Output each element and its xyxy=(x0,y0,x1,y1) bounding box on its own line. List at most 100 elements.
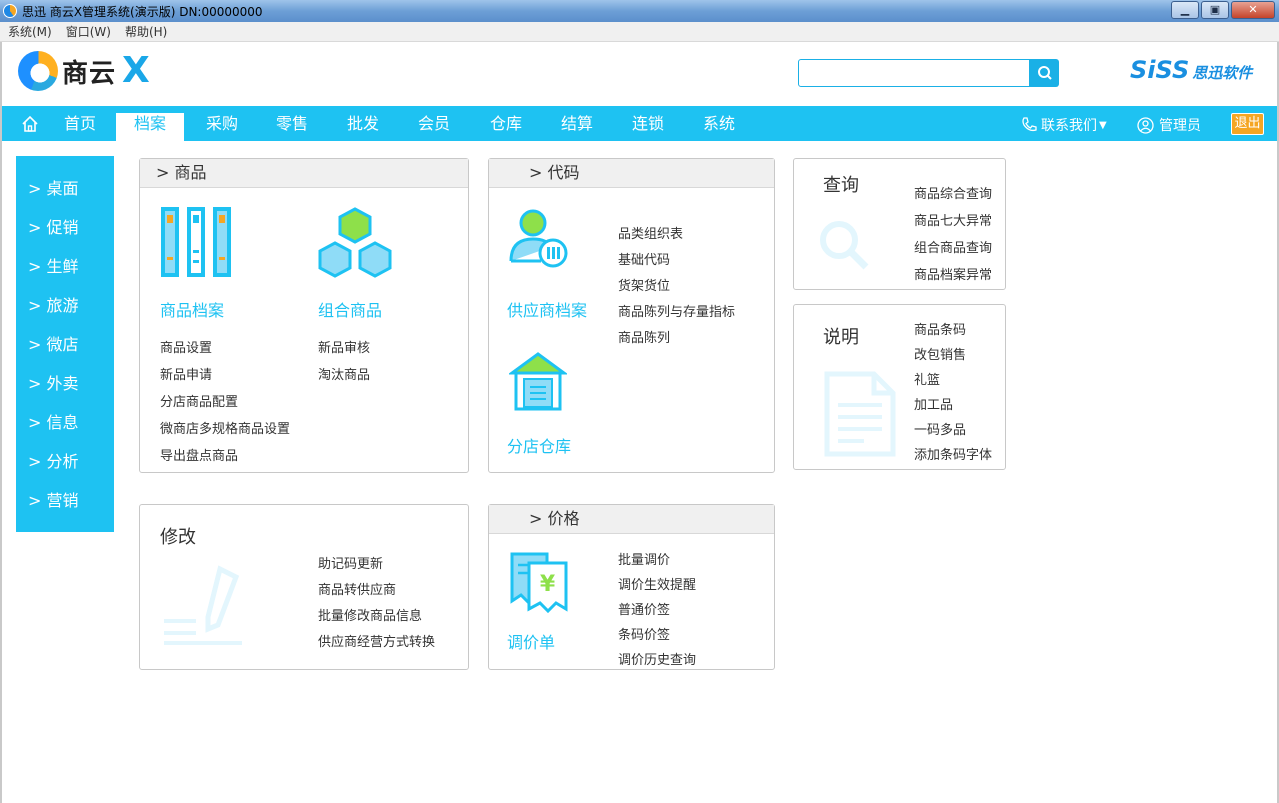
goods-archive-link[interactable]: 商品档案 xyxy=(160,297,224,321)
home-icon[interactable] xyxy=(20,114,40,134)
link-export-inventory[interactable]: 导出盘点商品 xyxy=(160,445,238,464)
query-magnifier-icon xyxy=(820,221,869,270)
brand-logo: 商云 X xyxy=(18,51,150,91)
search-icon xyxy=(1037,66,1052,80)
link-combo-goods-query[interactable]: 组合商品查询 xyxy=(914,237,992,256)
app-logo-icon xyxy=(3,4,17,18)
sidebar-item-travel[interactable]: > 旅游 xyxy=(16,288,114,327)
nav-archive[interactable]: 档案 xyxy=(116,113,184,141)
window-titlebar: 思迅 商云X管理系统(演示版) DN:00000000 ▁ ▣ ✕ xyxy=(0,0,1279,22)
link-goods-archive-anomaly[interactable]: 商品档案异常 xyxy=(914,264,992,283)
link-new-goods-apply[interactable]: 新品申请 xyxy=(160,364,212,383)
link-gift-basket[interactable]: 礼篮 xyxy=(914,369,940,388)
window-controls: ▁ ▣ ✕ xyxy=(1169,1,1275,19)
panel-code: > 代码 供应商档案 分店仓库 品类组织表 基础代码 货架货位 商品陈列与存量指… xyxy=(488,158,775,473)
supplier-archive-link[interactable]: 供应商档案 xyxy=(507,297,587,321)
sidebar-item-desktop[interactable]: > 桌面 xyxy=(16,171,114,210)
nav-warehouse[interactable]: 仓库 xyxy=(472,106,540,141)
panel-modify: 修改 助记码更新 商品转供应商 批量修改商品信息 供应商经营方式转换 xyxy=(139,504,469,670)
link-display-stock-index[interactable]: 商品陈列与存量指标 xyxy=(618,301,735,320)
chevron-down-icon: ▼ xyxy=(1099,119,1107,131)
nav-wholesale[interactable]: 批发 xyxy=(329,106,397,141)
panel-query-title: 查询 xyxy=(823,175,859,196)
link-goods-to-supplier[interactable]: 商品转供应商 xyxy=(318,579,396,598)
left-frame xyxy=(0,106,2,803)
link-processed-goods[interactable]: 加工品 xyxy=(914,394,953,413)
link-goods-seven-anomalies[interactable]: 商品七大异常 xyxy=(914,210,992,229)
panel-code-header: > 代码 xyxy=(489,159,774,188)
menu-help[interactable]: 帮助(H) xyxy=(125,23,167,40)
link-price-effect-reminder[interactable]: 调价生效提醒 xyxy=(618,574,696,593)
link-supplier-mode-convert[interactable]: 供应商经营方式转换 xyxy=(318,631,435,650)
link-goods-settings[interactable]: 商品设置 xyxy=(160,337,212,356)
link-repack-sale[interactable]: 改包销售 xyxy=(914,344,966,363)
panel-price: > 价格 ¥ 调价单 批量调价 调价生效提醒 普通价签 条码价签 调价历史查询 xyxy=(488,504,775,670)
user-icon xyxy=(1137,116,1154,134)
nav-member[interactable]: 会员 xyxy=(400,106,468,141)
link-eliminated-goods[interactable]: 淘汰商品 xyxy=(318,364,370,383)
link-goods-comprehensive-query[interactable]: 商品综合查询 xyxy=(914,183,992,202)
document-icon xyxy=(824,371,896,457)
user-name: 管理员 xyxy=(1159,118,1201,134)
supplier-archive-icon[interactable] xyxy=(507,207,569,269)
minimize-button[interactable]: ▁ xyxy=(1171,1,1199,19)
panel-modify-title: 修改 xyxy=(160,527,196,548)
menu-system[interactable]: 系统(M) xyxy=(8,23,52,40)
search-button[interactable] xyxy=(1030,59,1059,87)
nav-system[interactable]: 系统 xyxy=(685,106,753,141)
link-price-history-query[interactable]: 调价历史查询 xyxy=(618,649,696,668)
panel-query: 查询 商品综合查询 商品七大异常 组合商品查询 商品档案异常 xyxy=(793,158,1006,290)
link-category-org[interactable]: 品类组织表 xyxy=(618,223,683,242)
sidebar-item-marketing[interactable]: > 营销 xyxy=(16,483,114,522)
search-box xyxy=(798,59,1059,87)
sidebar-item-takeout[interactable]: > 外卖 xyxy=(16,366,114,405)
panel-goods-header: > 商品 xyxy=(140,159,468,188)
link-batch-price-adjust[interactable]: 批量调价 xyxy=(618,549,670,568)
branch-warehouse-link[interactable]: 分店仓库 xyxy=(507,433,571,457)
panel-note-title: 说明 xyxy=(823,327,859,348)
window-title: 思迅 商云X管理系统(演示版) DN:00000000 xyxy=(22,4,263,19)
link-goods-display[interactable]: 商品陈列 xyxy=(618,327,670,346)
nav-chain[interactable]: 连锁 xyxy=(614,106,682,141)
link-new-goods-review[interactable]: 新品审核 xyxy=(318,337,370,356)
link-one-code-multi[interactable]: 一码多品 xyxy=(914,419,966,438)
nav-purchase[interactable]: 采购 xyxy=(188,106,256,141)
close-button[interactable]: ✕ xyxy=(1231,1,1275,19)
link-add-barcode-font[interactable]: 添加条码字体 xyxy=(914,444,992,463)
nav-settlement[interactable]: 结算 xyxy=(543,106,611,141)
link-shelf-location[interactable]: 货架货位 xyxy=(618,275,670,294)
link-microstore-multispec[interactable]: 微商店多规格商品设置 xyxy=(160,418,290,437)
nav-home[interactable]: 首页 xyxy=(46,106,114,141)
sidebar-item-info[interactable]: > 信息 xyxy=(16,405,114,444)
price-adjust-link[interactable]: 调价单 xyxy=(507,629,555,653)
app-header: 商云 X SiSS 思迅软件 xyxy=(0,42,1279,106)
nav-retail[interactable]: 零售 xyxy=(258,106,326,141)
sidebar-item-analysis[interactable]: > 分析 xyxy=(16,444,114,483)
link-branch-goods-config[interactable]: 分店商品配置 xyxy=(160,391,238,410)
link-mnemonic-update[interactable]: 助记码更新 xyxy=(318,553,383,572)
vendor-logo-b: 思迅软件 xyxy=(1192,64,1253,82)
link-normal-price-tag[interactable]: 普通价签 xyxy=(618,599,670,618)
sidebar-item-fresh[interactable]: > 生鲜 xyxy=(16,249,114,288)
panel-note: 说明 商品条码 改包销售 礼篮 加工品 一码多品 添加条码字体 xyxy=(793,304,1006,470)
user-menu[interactable]: 管理员 xyxy=(1137,115,1201,135)
logout-button[interactable]: 退出 xyxy=(1231,113,1264,135)
goods-archive-icon[interactable] xyxy=(160,205,234,279)
contact-us[interactable]: 联系我们 ▼ xyxy=(1020,115,1107,135)
price-adjust-icon[interactable]: ¥ xyxy=(509,551,569,613)
link-basic-code[interactable]: 基础代码 xyxy=(618,249,670,268)
maximize-button[interactable]: ▣ xyxy=(1201,1,1229,19)
vendor-logo: SiSS 思迅软件 xyxy=(1130,56,1252,84)
link-goods-barcode[interactable]: 商品条码 xyxy=(914,319,966,338)
main-nav: 首页 档案 采购 零售 批发 会员 仓库 结算 连锁 系统 联系我们 ▼ 管理员… xyxy=(0,106,1279,141)
menu-window[interactable]: 窗口(W) xyxy=(66,23,111,40)
sidebar-item-microstore[interactable]: > 微店 xyxy=(16,327,114,366)
search-input[interactable] xyxy=(798,59,1030,87)
branch-warehouse-icon[interactable] xyxy=(509,351,567,411)
link-batch-modify-goods[interactable]: 批量修改商品信息 xyxy=(318,605,422,624)
combo-goods-link[interactable]: 组合商品 xyxy=(318,297,382,321)
brand-x: X xyxy=(122,50,150,91)
combo-goods-icon[interactable] xyxy=(316,207,394,279)
link-barcode-price-tag[interactable]: 条码价签 xyxy=(618,624,670,643)
sidebar-item-promotion[interactable]: > 促销 xyxy=(16,210,114,249)
